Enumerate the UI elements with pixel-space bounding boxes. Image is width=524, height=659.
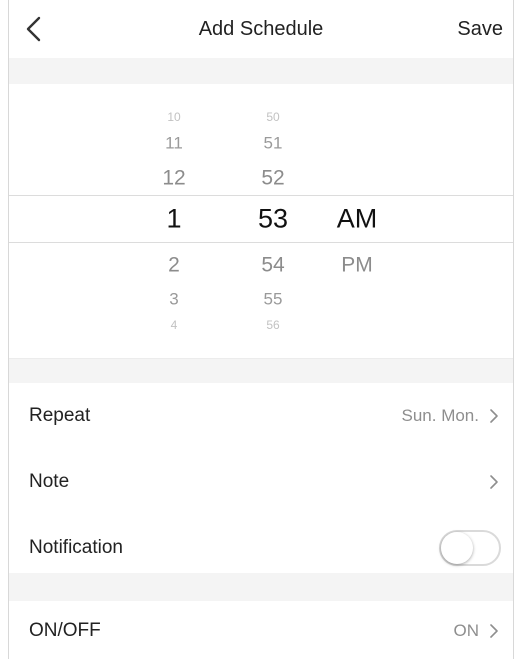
section-gap — [9, 359, 513, 383]
onoff-row[interactable]: ON/OFF ON — [9, 601, 513, 659]
hour-option[interactable]: 4 — [134, 319, 214, 331]
section-gap — [9, 58, 513, 84]
notification-toggle[interactable] — [439, 530, 501, 566]
minute-option[interactable]: 52 — [233, 168, 313, 189]
repeat-row[interactable]: Repeat Sun. Mon. — [9, 383, 513, 449]
repeat-label: Repeat — [29, 405, 91, 426]
section-gap — [9, 573, 513, 601]
time-picker[interactable]: 10 11 12 1 2 3 4 50 51 52 53 54 55 56 AM… — [9, 84, 513, 358]
onoff-label: ON/OFF — [29, 620, 101, 641]
chevron-right-icon — [490, 409, 498, 423]
minute-option[interactable]: 55 — [233, 291, 313, 308]
note-label: Note — [29, 471, 70, 492]
minute-option[interactable]: 50 — [233, 111, 313, 123]
chevron-right-icon — [490, 475, 498, 489]
hour-option[interactable]: 2 — [134, 255, 214, 276]
notification-label: Notification — [29, 537, 123, 558]
hour-option[interactable]: 10 — [134, 111, 214, 123]
period-selected[interactable]: AM — [317, 205, 397, 233]
hour-option[interactable]: 12 — [134, 168, 214, 189]
save-button[interactable]: Save — [457, 18, 503, 41]
toggle-knob — [441, 532, 473, 564]
notification-row: Notification — [9, 515, 513, 581]
hour-option[interactable]: 11 — [134, 135, 214, 152]
repeat-value: Sun. Mon. — [401, 406, 480, 425]
picker-selection-bottom-line — [9, 242, 513, 243]
picker-selection-top-line — [9, 195, 513, 196]
page-title: Add Schedule — [198, 18, 324, 40]
note-row[interactable]: Note — [9, 449, 513, 515]
period-option[interactable]: PM — [317, 255, 397, 276]
nav-header: Add Schedule Save — [9, 0, 513, 58]
hour-selected[interactable]: 1 — [134, 205, 214, 233]
minute-selected[interactable]: 53 — [233, 205, 313, 233]
minute-option[interactable]: 56 — [233, 319, 313, 331]
minute-option[interactable]: 54 — [233, 255, 313, 276]
onoff-value: ON — [453, 621, 480, 640]
chevron-right-icon — [490, 624, 498, 638]
hour-option[interactable]: 3 — [134, 291, 214, 308]
schedule-screen: Add Schedule Save 10 11 12 1 2 3 4 50 51… — [8, 0, 514, 659]
minute-option[interactable]: 51 — [233, 135, 313, 152]
